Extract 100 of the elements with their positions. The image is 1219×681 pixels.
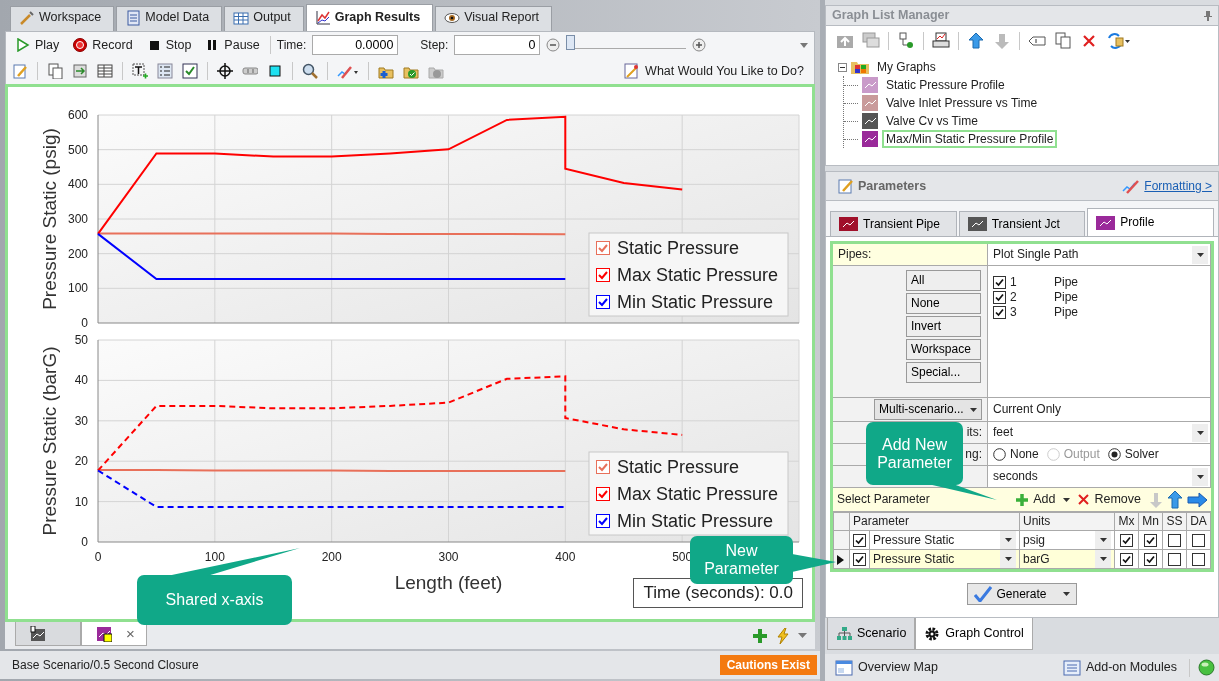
select-button[interactable]: Special... bbox=[906, 362, 981, 383]
collapse-icon[interactable] bbox=[838, 62, 847, 72]
column-header: DA bbox=[1186, 512, 1211, 531]
tree-item[interactable]: My Graphs bbox=[873, 57, 940, 77]
dropdown-button[interactable]: Multi-scenario... bbox=[874, 399, 982, 420]
radio-option[interactable]: None bbox=[993, 447, 1039, 462]
select-button[interactable]: Invert bbox=[906, 316, 981, 337]
copy-icon[interactable] bbox=[1054, 32, 1072, 50]
up-arrow-icon[interactable] bbox=[967, 32, 985, 50]
legend-checkbox[interactable] bbox=[596, 514, 610, 528]
tick-label: 300 bbox=[438, 550, 459, 564]
slider-track[interactable] bbox=[566, 34, 687, 49]
tab[interactable]: Scenario bbox=[827, 618, 916, 650]
tab[interactable]: Transient Pipe bbox=[830, 211, 957, 236]
select-button[interactable]: Workspace bbox=[906, 339, 981, 360]
up-arrow-icon[interactable] bbox=[1167, 490, 1183, 509]
legend-label: Static Pressure bbox=[617, 457, 740, 477]
checkbox[interactable] bbox=[993, 306, 1006, 319]
pin-icon[interactable] bbox=[1204, 10, 1212, 21]
close-button[interactable]: × bbox=[126, 624, 135, 643]
tab[interactable]: Graph Results bbox=[305, 4, 434, 31]
search-icon[interactable] bbox=[302, 63, 318, 79]
crosshair-icon[interactable] bbox=[217, 63, 233, 79]
tab[interactable]: Profile bbox=[1087, 208, 1214, 236]
formatting-link[interactable]: Formatting > bbox=[1122, 178, 1212, 194]
tab[interactable]: Transient Jct bbox=[958, 211, 1086, 236]
copy-icon[interactable] bbox=[47, 63, 63, 79]
graph-tab[interactable] bbox=[15, 622, 81, 646]
caret-icon[interactable] bbox=[1063, 497, 1071, 502]
radio-icon[interactable] bbox=[993, 448, 1006, 461]
axis-title: Length (feet) bbox=[394, 572, 503, 593]
tree-item[interactable]: Valve Cv vs Time bbox=[882, 111, 982, 131]
caret-icon bbox=[1196, 430, 1204, 435]
checkbox[interactable] bbox=[1144, 553, 1157, 567]
addons-button[interactable]: Add-on Modules bbox=[1058, 658, 1181, 677]
lightning-icon[interactable] bbox=[776, 627, 790, 644]
tab[interactable]: Workspace bbox=[10, 6, 115, 31]
checkbox[interactable] bbox=[1144, 534, 1157, 548]
table-icon[interactable] bbox=[97, 63, 113, 79]
checkbox-icon[interactable] bbox=[182, 63, 198, 79]
generate-button[interactable]: Generate bbox=[967, 583, 1077, 605]
legend-checkbox[interactable] bbox=[596, 295, 610, 309]
radio-icon[interactable] bbox=[1107, 448, 1121, 461]
select-button[interactable]: All bbox=[906, 270, 981, 291]
checkbox[interactable] bbox=[853, 534, 866, 548]
checkbox[interactable] bbox=[1192, 534, 1205, 548]
tick-label: 20 bbox=[74, 454, 88, 469]
tree-item[interactable]: Valve Inlet Pressure vs Time bbox=[882, 93, 1042, 113]
tab[interactable]: Model Data bbox=[116, 6, 223, 31]
export-icon[interactable] bbox=[72, 63, 88, 79]
zoom-in-icon[interactable] bbox=[692, 38, 707, 52]
dropdown-button[interactable] bbox=[1192, 467, 1208, 486]
dropdown-button[interactable] bbox=[1192, 245, 1208, 264]
remove-button[interactable]: Remove bbox=[1074, 491, 1145, 508]
text-add-icon[interactable] bbox=[132, 63, 148, 79]
tree-item[interactable]: Max/Min Static Pressure Profile bbox=[882, 129, 1058, 149]
network-icon[interactable] bbox=[897, 32, 915, 50]
legend-checkbox[interactable] bbox=[596, 487, 610, 501]
printer-icon[interactable] bbox=[932, 32, 950, 50]
toolbar-button[interactable]: Play bbox=[12, 36, 64, 54]
toolbar-button[interactable]: Record bbox=[69, 36, 137, 54]
zoom-out-icon[interactable] bbox=[546, 38, 561, 52]
tab[interactable]: Visual Report bbox=[435, 6, 552, 31]
axis-title: Pressure Static (psig) bbox=[39, 128, 60, 310]
graph-tab[interactable]: × bbox=[81, 622, 147, 646]
toolbar-button[interactable]: Pause bbox=[201, 36, 264, 54]
checkbox[interactable] bbox=[853, 553, 866, 567]
tab[interactable]: Output bbox=[224, 6, 304, 31]
toolbar-button[interactable]: Stop bbox=[142, 36, 196, 54]
checkbox[interactable] bbox=[1192, 553, 1205, 567]
overview-button[interactable]: Overview Map bbox=[831, 658, 942, 677]
radio-option[interactable]: Solver bbox=[1107, 447, 1159, 462]
legend-icon[interactable] bbox=[157, 63, 173, 79]
legend-checkbox[interactable] bbox=[596, 460, 610, 474]
checkbox[interactable] bbox=[1120, 534, 1133, 548]
chart-icon bbox=[862, 113, 878, 129]
tab[interactable]: Graph Control bbox=[915, 618, 1033, 650]
time-field[interactable]: 0.0000 bbox=[312, 35, 399, 55]
help-button[interactable]: What Would You Like to Do? bbox=[620, 62, 808, 80]
add-button[interactable]: Add bbox=[1012, 491, 1060, 508]
eye-icon bbox=[444, 10, 461, 26]
legend-checkbox[interactable] bbox=[596, 268, 610, 282]
select-button[interactable]: None bbox=[906, 293, 981, 314]
square-icon[interactable] bbox=[267, 63, 283, 79]
tree-item[interactable]: Static Pressure Profile bbox=[882, 75, 1009, 95]
checkbox[interactable] bbox=[993, 276, 1006, 289]
slider-thumb[interactable] bbox=[566, 34, 576, 50]
property-label: its: bbox=[966, 425, 982, 440]
checkbox[interactable] bbox=[993, 291, 1006, 304]
legend-checkbox[interactable] bbox=[596, 241, 610, 255]
refresh-icon[interactable] bbox=[1106, 32, 1130, 50]
checkbox[interactable] bbox=[1168, 534, 1181, 548]
checkbox[interactable] bbox=[1120, 553, 1133, 567]
plus-icon[interactable] bbox=[752, 627, 768, 644]
dropdown-button[interactable] bbox=[1192, 423, 1208, 442]
dropdown-value: feet bbox=[993, 425, 1013, 440]
step-field[interactable]: 0 bbox=[454, 35, 541, 55]
right-arrow-icon[interactable] bbox=[1187, 491, 1207, 508]
caret-icon bbox=[1196, 474, 1204, 479]
checkbox[interactable] bbox=[1168, 553, 1181, 567]
